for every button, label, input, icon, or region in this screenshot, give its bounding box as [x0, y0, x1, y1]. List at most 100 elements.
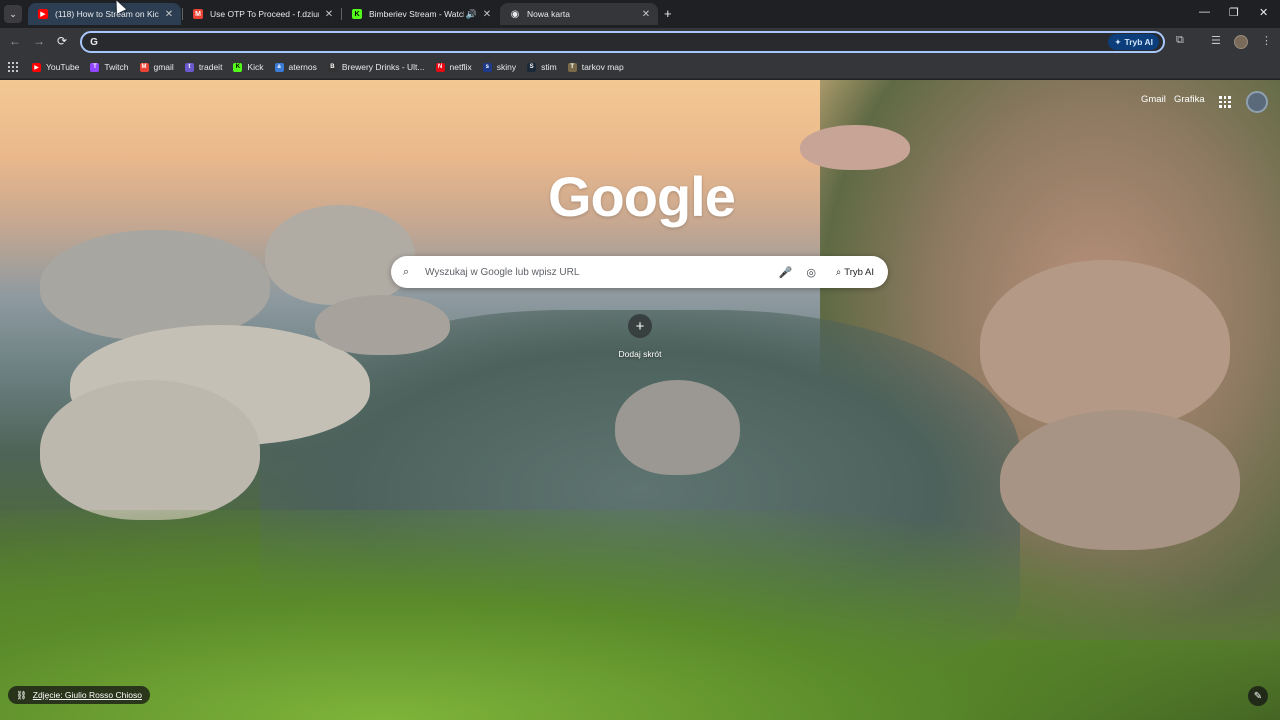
bookmark-youtube[interactable]: ▶ YouTube	[32, 62, 79, 72]
google-icon: G	[90, 36, 98, 48]
tab-strip: ⌄ ▶ (118) How to Stream on Kick in ✕ M U…	[0, 0, 1280, 28]
gmail-icon: M	[139, 62, 149, 72]
background-rock	[40, 230, 270, 340]
kick-icon: K	[352, 9, 362, 19]
add-shortcut-button[interactable]: + Dodaj skrót	[614, 314, 666, 359]
background-rock	[265, 205, 415, 305]
media-control-icon[interactable]: ☰	[1211, 34, 1221, 47]
bookmark-gmail[interactable]: Mgmail	[139, 62, 174, 72]
ai-mode-label: Tryb AI	[1124, 37, 1154, 47]
close-icon[interactable]: ✕	[640, 9, 652, 20]
youtube-icon: ▶	[32, 62, 41, 72]
netflix-icon: N	[435, 62, 445, 72]
extensions-icon[interactable]: ⧉	[1176, 34, 1184, 47]
close-icon[interactable]: ✕	[323, 9, 335, 20]
search-sparkle-icon: ⌕	[835, 266, 842, 278]
bookmark-skiny[interactable]: s skiny	[482, 62, 517, 72]
ntp-search-box[interactable]: ⌕ 🎤 ◎ ⌕ Tryb AI	[391, 256, 888, 288]
images-link[interactable]: Grafika	[1174, 94, 1205, 105]
speaker-icon[interactable]: 🔊	[466, 9, 477, 20]
bookmark-label: Kick	[247, 62, 264, 72]
steam-icon: S	[527, 62, 537, 72]
bookmarks-bar: ▶ YouTube T Twitch Mgmail t tradeit K Kick a…	[0, 56, 1280, 79]
bookmark-netflix[interactable]: Nnetflix	[435, 62, 472, 72]
google-logo: Google	[548, 165, 736, 228]
bookmark-label: Brewery Drinks - Ult...	[341, 62, 425, 72]
account-avatar[interactable]	[1246, 91, 1268, 113]
microphone-icon[interactable]: 🎤	[779, 266, 793, 279]
minimize-button[interactable]: —	[1199, 6, 1210, 18]
google-lens-icon[interactable]: ◎	[806, 266, 816, 279]
close-window-button[interactable]: ✕	[1259, 6, 1268, 19]
gmail-link[interactable]: Gmail	[1141, 94, 1166, 105]
reload-button[interactable]: ⟳	[57, 34, 67, 48]
bookmark-tradeit[interactable]: t tradeit	[184, 62, 223, 72]
search-icon: ⌕	[403, 265, 410, 278]
bookmark-label: aternos	[288, 62, 317, 72]
youtube-icon: ▶	[38, 9, 48, 19]
ai-mode-button[interactable]: ⌕ Tryb AI	[830, 262, 880, 282]
bookmark-label: netflix	[449, 62, 472, 72]
back-button[interactable]: ←	[9, 34, 21, 48]
tab-title: Nowa karta	[527, 9, 570, 19]
tab-gmail[interactable]: M Use OTP To Proceed - f.dziura1 ✕	[183, 3, 341, 25]
tarkov-icon: T	[567, 62, 577, 72]
background-grass	[0, 510, 1280, 720]
maximize-button[interactable]: ❐	[1229, 6, 1239, 19]
close-icon[interactable]: ✕	[163, 9, 175, 20]
tradeit-icon: t	[184, 62, 194, 72]
background-rock	[800, 125, 910, 170]
plus-icon: +	[628, 314, 652, 338]
twitch-icon: T	[90, 62, 100, 72]
bookmark-label: tradeit	[198, 62, 223, 72]
chrome-icon: ◉	[510, 8, 520, 20]
customize-button[interactable]: ✎	[1248, 686, 1268, 706]
search-input[interactable]	[425, 266, 779, 278]
bookmark-label: stim	[541, 62, 557, 72]
bookmark-stim[interactable]: Sstim	[527, 62, 557, 72]
bookmark-kick[interactable]: K Kick	[233, 62, 264, 72]
bookmark-aternos[interactable]: a aternos	[274, 62, 317, 72]
new-tab-button[interactable]: +	[664, 6, 672, 21]
ai-mode-label: Tryb AI	[844, 266, 874, 278]
bookmark-tarkov-map[interactable]: Ttarkov map	[567, 62, 624, 72]
address-input[interactable]	[101, 36, 1109, 48]
bookmark-twitch[interactable]: T Twitch	[90, 62, 129, 72]
bookmark-label: gmail	[153, 62, 174, 72]
bookmark-label: skiny	[496, 62, 517, 72]
photo-credit-label: Zdjęcie: Giulio Rosso Chioso	[32, 690, 142, 700]
background-rock	[615, 380, 740, 475]
photo-credit[interactable]: ⛓ Zdjęcie: Giulio Rosso Chioso	[8, 686, 150, 704]
tab-youtube[interactable]: ▶ (118) How to Stream on Kick in ✕	[28, 3, 181, 25]
bookmark-label: YouTube	[46, 62, 80, 72]
tab-new-tab[interactable]: ◉ Nowa karta ✕	[500, 3, 658, 25]
background-rock	[40, 380, 260, 520]
ai-mode-button[interactable]: ✦ Tryb AI	[1108, 34, 1159, 50]
profile-avatar[interactable]	[1234, 35, 1248, 49]
menu-icon[interactable]: ⋮	[1261, 34, 1272, 47]
tab-title: Bimberiev Stream - Watch l	[369, 9, 464, 19]
bookmark-brewery[interactable]: B Brewery Drinks - Ult...	[327, 62, 425, 72]
background-rock	[315, 295, 450, 355]
sparkle-icon: ✦	[1114, 36, 1122, 47]
tab-title: Use OTP To Proceed - f.dziura1	[210, 9, 319, 19]
new-tab-page: Gmail Grafika Google ⌕ 🎤 ◎ ⌕ Tryb AI + D…	[0, 80, 1280, 720]
pencil-icon: ✎	[1253, 690, 1263, 702]
brewery-icon: B	[327, 62, 337, 72]
kick-icon: K	[233, 62, 243, 72]
tab-kick[interactable]: K Bimberiev Stream - Watch l 🔊 ✕	[342, 3, 499, 25]
apps-grid-icon[interactable]	[8, 62, 18, 72]
bookmark-label: tarkov map	[581, 62, 624, 72]
tab-search-button[interactable]: ⌄	[4, 5, 22, 23]
address-bar[interactable]: G ✦ Tryb AI	[80, 31, 1165, 53]
forward-button[interactable]: →	[33, 34, 45, 48]
link-icon: ⛓	[16, 689, 27, 700]
gmail-icon: M	[193, 9, 203, 19]
add-shortcut-label: Dodaj skrót	[618, 349, 662, 359]
browser-toolbar: ← → ⟳ G ✦ Tryb AI ⧉ ☰ ⋮	[0, 28, 1280, 56]
aternos-icon: a	[274, 62, 284, 72]
skiny-icon: s	[482, 62, 492, 72]
close-icon[interactable]: ✕	[481, 9, 493, 20]
google-apps-icon[interactable]	[1219, 96, 1231, 108]
chevron-down-icon: ⌄	[9, 8, 17, 19]
